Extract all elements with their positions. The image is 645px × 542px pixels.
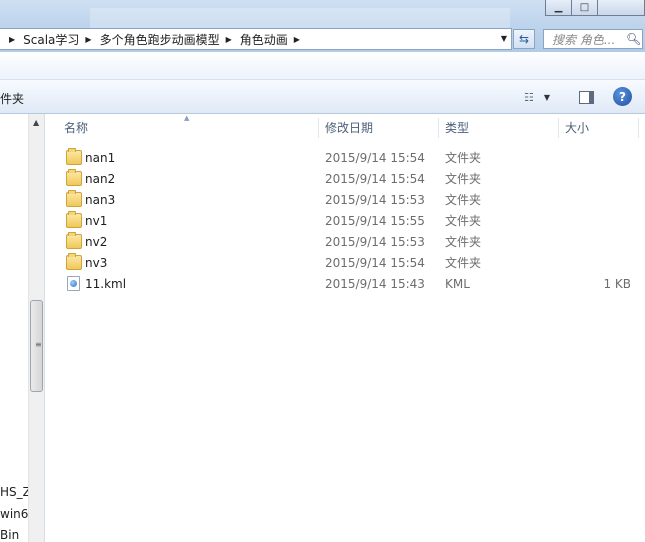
file-name: nan1 (85, 150, 116, 165)
file-type: 文件夹 (445, 151, 482, 165)
file-size (551, 252, 631, 273)
column-header-row: ▲ 名称 修改日期 类型 大小 (46, 114, 645, 140)
file-name: nv2 (85, 234, 108, 249)
preview-pane-button[interactable] (579, 88, 594, 106)
file-date: 2015/9/14 15:43 (325, 276, 425, 291)
file-date: 2015/9/14 15:54 (325, 171, 425, 186)
file-name: nv3 (85, 255, 108, 270)
column-header-name[interactable]: 名称 (64, 114, 314, 140)
table-row[interactable]: nan1 2015/9/14 15:54 文件夹 (46, 147, 645, 168)
file-date: 2015/9/14 15:53 (325, 234, 425, 249)
details-view-icon: ☷ (524, 90, 534, 104)
file-size: 1 KB (603, 276, 631, 291)
breadcrumb-label: Scala学习 (23, 32, 80, 47)
column-header-size[interactable]: 大小 (565, 114, 635, 140)
breadcrumb-item[interactable]: Scala学习 ▶ (19, 29, 95, 49)
nav-item[interactable]: Bin (0, 528, 19, 542)
file-name: 11.kml (85, 276, 127, 291)
help-icon: ? (619, 89, 626, 104)
file-type: 文件夹 (445, 256, 482, 270)
file-size (551, 231, 631, 252)
table-row[interactable]: nv2 2015/9/14 15:53 文件夹 (46, 231, 645, 252)
new-folder-button[interactable]: 件夹 (0, 90, 24, 107)
command-bar: 件夹 ☷ ▼ ? (0, 80, 645, 114)
file-name: nv1 (85, 213, 108, 228)
history-dropdown-icon[interactable]: ▼ (501, 34, 507, 43)
address-row: ▶ Scala学习 ▶ 多个角色跑步动画模型 ▶ 角色动画 ▶ ▼ ⇆ 搜索 角… (0, 28, 645, 52)
file-name: nan3 (85, 192, 116, 207)
chevron-right-icon[interactable]: ▶ (85, 35, 91, 44)
folder-icon (66, 190, 82, 207)
table-row[interactable]: 11.kml 2015/9/14 15:43 KML 1 KB (46, 273, 645, 294)
help-button[interactable]: ? (613, 87, 632, 106)
column-divider[interactable] (318, 118, 319, 138)
preview-pane-icon (579, 90, 594, 104)
navigation-pane: HS_Zi win64 Bin ▲ ≡ (0, 114, 45, 542)
file-date: 2015/9/14 15:54 (325, 150, 425, 165)
chevron-down-icon[interactable]: ▼ (544, 93, 550, 102)
table-row[interactable]: nv3 2015/9/14 15:54 文件夹 (46, 252, 645, 273)
file-size (551, 168, 631, 189)
title-bar: ▁ □ (0, 0, 645, 28)
column-divider[interactable] (558, 118, 559, 138)
window-controls: ▁ □ (545, 0, 645, 16)
explorer-window: ▁ □ ▶ Scala学习 ▶ 多个角色跑步动画模型 ▶ 角色动画 ▶ ▼ ⇆ … (0, 0, 645, 542)
table-row[interactable]: nan2 2015/9/14 15:54 文件夹 (46, 168, 645, 189)
column-divider[interactable] (638, 118, 639, 138)
column-header-label: 修改日期 (325, 120, 374, 135)
file-date: 2015/9/14 15:55 (325, 213, 425, 228)
refresh-button[interactable]: ⇆ (513, 29, 535, 49)
file-type: 文件夹 (445, 193, 482, 207)
search-input[interactable]: 搜索 角色... (544, 31, 626, 48)
breadcrumb-label: 多个角色跑步动画模型 (99, 32, 220, 47)
column-header-label: 名称 (64, 120, 89, 135)
breadcrumb-root-arrow[interactable]: ▶ (0, 29, 19, 49)
maximize-button[interactable]: □ (571, 0, 598, 16)
column-divider[interactable] (438, 118, 439, 138)
chevron-right-icon[interactable]: ▶ (226, 35, 232, 44)
breadcrumb-item[interactable]: 角色动画 ▶ (236, 29, 304, 49)
folder-icon (66, 253, 82, 270)
folder-icon (66, 232, 82, 249)
file-size (551, 189, 631, 210)
file-date: 2015/9/14 15:53 (325, 192, 425, 207)
column-header-label: 大小 (565, 120, 590, 135)
change-view-button[interactable]: ☷ ▼ (524, 88, 550, 106)
breadcrumb-item[interactable]: 多个角色跑步动画模型 ▶ (96, 29, 236, 49)
file-type: KML (445, 276, 470, 291)
file-type: 文件夹 (445, 235, 482, 249)
file-list: ▲ 名称 修改日期 类型 大小 nan1 2015/9/14 15:54 文件夹… (46, 114, 645, 542)
chevron-right-icon[interactable]: ▶ (294, 35, 300, 44)
nav-scrollbar[interactable]: ▲ ≡ (28, 114, 44, 542)
file-size (551, 210, 631, 231)
column-header-label: 类型 (445, 120, 470, 135)
title-bar-blur (90, 8, 510, 28)
file-name: nan2 (85, 171, 116, 186)
table-row[interactable]: nan3 2015/9/14 15:53 文件夹 (46, 189, 645, 210)
file-type: 文件夹 (445, 172, 482, 186)
chevron-right-icon: ▶ (9, 34, 16, 44)
file-date: 2015/9/14 15:54 (325, 255, 425, 270)
column-header-date[interactable]: 修改日期 (325, 114, 435, 140)
scrollbar-thumb[interactable]: ≡ (30, 300, 43, 392)
folder-icon (66, 169, 82, 186)
grip-icon: ≡ (35, 340, 42, 349)
scroll-up-arrow-icon[interactable]: ▲ (33, 118, 39, 127)
folder-icon (66, 148, 82, 165)
file-type: 文件夹 (445, 214, 482, 228)
file-size (551, 147, 631, 168)
folder-icon (66, 211, 82, 228)
search-box[interactable]: 搜索 角色... 🔍︎ (543, 29, 643, 49)
column-header-type[interactable]: 类型 (445, 114, 555, 140)
search-icon[interactable]: 🔍︎ (626, 32, 642, 46)
minimize-button[interactable]: ▁ (545, 0, 572, 16)
menu-strip (0, 52, 645, 80)
refresh-icon: ⇆ (518, 32, 530, 46)
kml-file-icon (67, 276, 80, 291)
address-bar[interactable]: ▶ Scala学习 ▶ 多个角色跑步动画模型 ▶ 角色动画 ▶ ▼ (0, 28, 512, 50)
breadcrumb-label: 角色动画 (239, 32, 288, 47)
close-button[interactable] (597, 0, 645, 16)
table-row[interactable]: nv1 2015/9/14 15:55 文件夹 (46, 210, 645, 231)
